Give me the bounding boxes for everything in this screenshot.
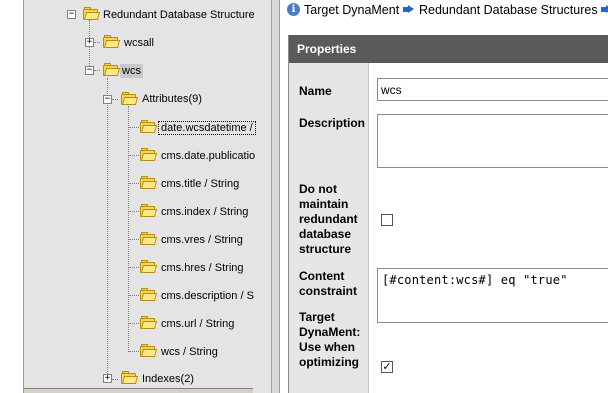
arrow-right-icon xyxy=(403,5,414,14)
tree-node-attribute[interactable]: date.wcsdatetime / xyxy=(158,121,256,135)
folder-icon xyxy=(140,176,158,189)
name-label: Name xyxy=(299,84,332,98)
left-edge-strip xyxy=(0,0,24,393)
tree-node-wcsall[interactable]: wcsall xyxy=(124,37,154,49)
tree-horizontal-scrollbar[interactable] xyxy=(24,388,253,393)
folder-icon xyxy=(140,344,158,357)
tree-line xyxy=(129,267,139,268)
folder-icon xyxy=(140,204,158,217)
folder-icon xyxy=(140,148,158,161)
tree-line xyxy=(112,379,118,380)
target-dynament-checkbox[interactable]: ✓ xyxy=(381,361,393,373)
root-collapse-toggle[interactable]: − xyxy=(67,10,76,19)
arrow-right-icon xyxy=(601,5,608,14)
tree-node-attribute[interactable]: wcs / String xyxy=(161,346,218,358)
properties-panel: Properties Name Description Do not maint… xyxy=(288,35,608,393)
tree-line xyxy=(129,295,139,296)
tree-line xyxy=(129,239,139,240)
folder-icon xyxy=(103,63,121,76)
content-constraint-textarea[interactable]: [#content:wcs#] eq "true" xyxy=(377,268,608,323)
tree-node-attribute[interactable]: cms.index / String xyxy=(161,206,248,218)
indexes-expand-toggle[interactable]: + xyxy=(103,374,112,383)
tree-line xyxy=(129,127,139,128)
tree-line xyxy=(107,78,108,380)
do-not-maintain-label: Do not maintain redundant database struc… xyxy=(299,182,358,256)
folder-icon xyxy=(140,288,158,301)
tree-node-attribute[interactable]: cms.vres / String xyxy=(161,234,243,246)
tree-node-attribute[interactable]: cms.date.publicatio xyxy=(161,150,255,162)
folder-icon xyxy=(140,232,158,245)
tree-node-attributes[interactable]: Attributes(9) xyxy=(142,93,202,105)
folder-icon xyxy=(83,7,101,20)
tree-node-attribute[interactable]: cms.title / String xyxy=(161,178,239,190)
tree-line xyxy=(94,70,100,71)
tree-line xyxy=(129,155,139,156)
folder-icon xyxy=(121,92,139,105)
tree-line xyxy=(129,323,139,324)
name-input[interactable] xyxy=(377,78,608,101)
tree-node-indexes[interactable]: Indexes(2) xyxy=(142,373,194,385)
content-constraint-label: Content constraint xyxy=(299,269,358,298)
tree-node-attribute[interactable]: cms.hres / String xyxy=(161,262,244,274)
folder-icon xyxy=(140,260,158,273)
breadcrumb-item-redundant-database-structures[interactable]: Redundant Database Structures xyxy=(419,3,598,17)
tree-line xyxy=(94,42,100,43)
tree-node-root[interactable]: Redundant Database Structure xyxy=(103,9,255,21)
tree-line xyxy=(129,351,139,352)
do-not-maintain-checkbox[interactable] xyxy=(381,214,393,226)
folder-icon xyxy=(140,120,158,133)
wcs-collapse-toggle[interactable]: − xyxy=(85,66,94,75)
panel-splitter[interactable] xyxy=(271,0,280,393)
breadcrumb: i Target DynaMent Redundant Database Str… xyxy=(280,0,608,22)
tree-line xyxy=(129,211,139,212)
tree-line xyxy=(129,183,139,184)
folder-icon xyxy=(121,371,139,384)
info-icon: i xyxy=(287,3,300,16)
folder-icon xyxy=(103,35,121,48)
tree-line xyxy=(128,106,129,352)
folder-icon xyxy=(140,316,158,329)
target-dynament-label: Target DynaMent: Use when optimizing xyxy=(299,310,361,369)
breadcrumb-item-target-dynament[interactable]: Target DynaMent xyxy=(304,3,399,17)
description-label: Description xyxy=(299,116,366,130)
description-textarea[interactable] xyxy=(377,114,608,168)
tree-panel: − Redundant Database Structure + wcsall … xyxy=(24,0,271,393)
tree-node-attribute[interactable]: cms.description / S xyxy=(161,290,254,302)
wcsall-expand-toggle[interactable]: + xyxy=(85,38,94,47)
attributes-collapse-toggle[interactable]: − xyxy=(103,95,112,104)
tree-node-wcs[interactable]: wcs xyxy=(120,64,143,78)
tree-line xyxy=(112,99,118,100)
tree-node-attribute[interactable]: cms.url / String xyxy=(161,318,234,330)
properties-header: Properties xyxy=(289,35,608,63)
